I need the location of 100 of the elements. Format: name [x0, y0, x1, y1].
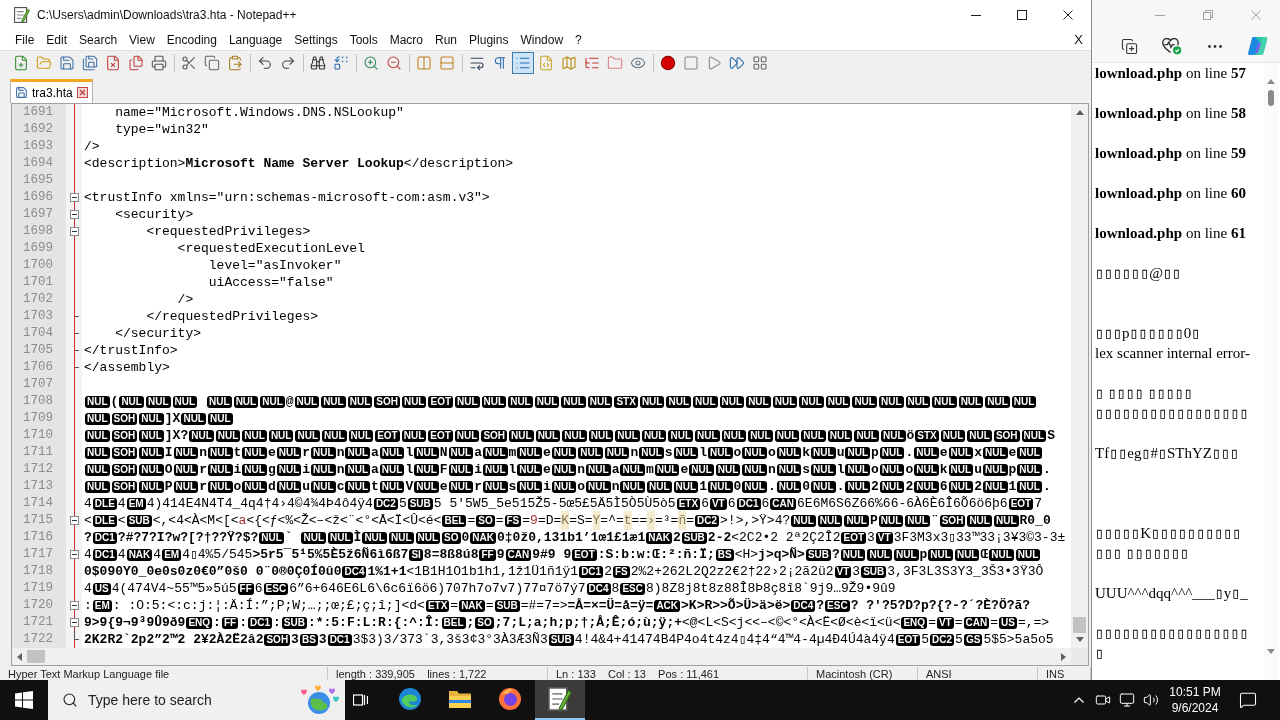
menu-item[interactable]: Macro	[383, 30, 429, 50]
scroll-up-icon[interactable]	[1075, 110, 1084, 115]
control-code: NUL	[715, 463, 741, 476]
horizontal-scrollbar[interactable]	[12, 648, 1071, 665]
code-text: e	[939, 443, 948, 462]
code-text: 0‡0ž0,131b1’1œ1£1æ1	[497, 528, 646, 547]
control-code: NUL	[905, 395, 931, 408]
code-text: n	[577, 460, 586, 479]
menu-item[interactable]: Language	[222, 30, 289, 50]
search-field[interactable]: Type here to search	[48, 680, 345, 720]
control-code: NUL	[509, 429, 534, 442]
menu-item[interactable]: Search	[73, 30, 124, 50]
scroll-down-icon[interactable]	[1075, 637, 1084, 642]
control-code: NUL	[85, 412, 110, 425]
scroll-left-icon[interactable]	[17, 652, 22, 661]
close-icon	[1063, 10, 1073, 20]
code-text: K	[561, 510, 570, 531]
network-icon[interactable]	[1119, 692, 1135, 708]
control-code: NUL	[139, 412, 164, 425]
vertical-scrollbar[interactable]	[1264, 63, 1278, 680]
fold-minus-icon[interactable]	[70, 618, 79, 627]
code-text: e	[680, 460, 689, 479]
code-text: 3F3M3x3▯33™33¡3¥3©3-3±	[893, 528, 1066, 547]
menu-item[interactable]: Edit	[40, 30, 74, 50]
clock-time[interactable]: 10:51 PM	[1169, 684, 1221, 700]
chevron-up-icon[interactable]	[1074, 697, 1084, 703]
menu-item[interactable]: Settings	[288, 30, 344, 50]
control-code: ESC	[263, 582, 289, 595]
close-icon[interactable]	[76, 87, 88, 98]
code-text: 4	[84, 545, 92, 564]
scrollbar-thumb[interactable]	[27, 650, 45, 663]
code-line: </requestedPrivileges>	[145, 308, 319, 325]
control-code: SOH	[939, 514, 966, 527]
control-code: NUL	[535, 429, 561, 442]
code-text: g	[267, 460, 276, 479]
menu-item[interactable]: File	[9, 30, 41, 50]
control-code: VT	[875, 531, 893, 544]
control-code: NUL	[776, 446, 802, 459]
line-number: 1699	[23, 240, 53, 257]
fold-minus-icon[interactable]	[70, 227, 79, 236]
fold-minus-icon[interactable]	[70, 210, 79, 219]
menu-item[interactable]: Run	[429, 30, 464, 50]
code-text: 5$5>5a5o5	[983, 630, 1054, 649]
control-code: NUL	[295, 429, 320, 442]
menu-item[interactable]: Plugins	[463, 30, 515, 50]
line-number: 1714	[23, 495, 53, 512]
menu-item[interactable]: ?	[569, 30, 588, 50]
scroll-up-icon[interactable]	[1267, 79, 1275, 84]
scroll-down-icon[interactable]	[1267, 649, 1275, 654]
control-code: NAK	[126, 548, 153, 561]
volume-icon[interactable]	[1142, 692, 1159, 708]
control-code: SOH	[993, 429, 1020, 442]
status-text: ANSI	[926, 667, 952, 681]
code-line: level="asInvoker"	[207, 257, 342, 274]
code-text: 2	[672, 528, 681, 547]
file-tab[interactable]: tra3.hta	[10, 79, 93, 103]
heart-pulse-icon	[1162, 37, 1182, 55]
close-document-button[interactable]: X	[1072, 30, 1085, 50]
control-code: NUL	[145, 395, 171, 408]
code-text: =	[928, 613, 936, 632]
menu-item[interactable]: View	[123, 30, 161, 50]
taskbar-app[interactable]	[535, 680, 585, 720]
control-code: NUL	[827, 429, 853, 442]
control-code: NUL	[708, 480, 733, 493]
scrollbar-thumb[interactable]	[1268, 90, 1274, 106]
code-text: s	[802, 460, 811, 479]
control-code: NUL	[983, 463, 1008, 476]
code-text: n	[630, 443, 639, 462]
video-icon[interactable]	[1095, 692, 1111, 708]
line-number: 1719	[23, 580, 53, 597]
control-code: DC2	[695, 514, 720, 527]
code-text: 6	[254, 579, 263, 598]
notification-icon[interactable]	[1239, 691, 1257, 709]
vertical-scrollbar[interactable]	[1071, 104, 1088, 648]
fold-minus-icon[interactable]	[70, 550, 79, 559]
control-code: EOT	[428, 429, 453, 442]
fold-minus-icon[interactable]	[70, 601, 79, 610]
control-code: NUL	[719, 395, 745, 408]
control-code: NUL	[844, 514, 869, 527]
page-text: lownload.php on line 59	[1095, 144, 1246, 163]
control-code: NUL	[985, 395, 1010, 408]
page-text: Tf▯▯eg▯#▯SThYZ▯▯▯	[1095, 444, 1240, 463]
control-code: NUL	[615, 429, 640, 442]
code-text: 2	[905, 477, 914, 496]
control-code: NUL	[483, 463, 508, 476]
menu-item[interactable]: Window	[514, 30, 570, 50]
menu-item[interactable]: Tools	[343, 30, 384, 50]
line-number: 1691	[23, 104, 53, 121]
fold-minus-icon[interactable]	[70, 516, 79, 525]
control-code: NUL	[940, 429, 966, 442]
clock-date[interactable]: 9/6/2024	[1171, 700, 1219, 716]
control-code: NUL	[139, 480, 164, 493]
fold-minus-icon[interactable]	[70, 193, 79, 202]
scroll-right-icon[interactable]	[1061, 652, 1066, 661]
scrollbar-thumb[interactable]	[1073, 617, 1086, 633]
control-code: NUL	[893, 548, 919, 561]
menu-item[interactable]: Encoding	[160, 30, 223, 50]
status-text: INS	[1046, 667, 1065, 681]
control-code: SOH	[481, 429, 508, 442]
control-code: ENQ	[901, 616, 928, 629]
